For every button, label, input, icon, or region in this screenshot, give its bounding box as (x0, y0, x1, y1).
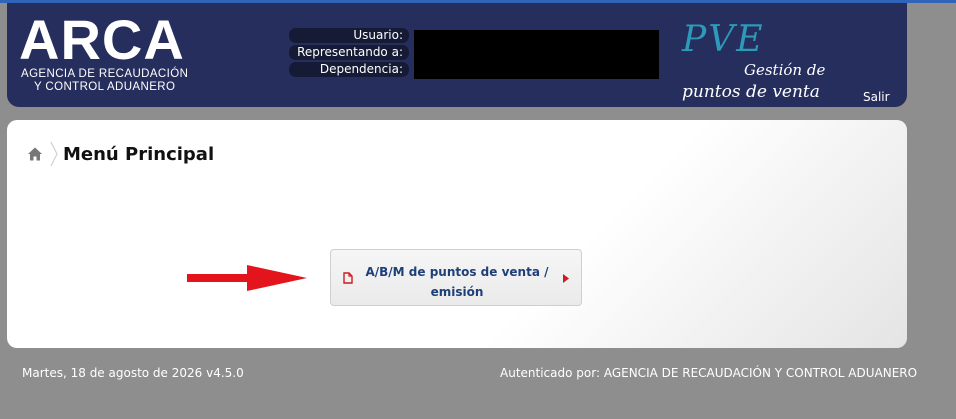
abm-puntos-venta-label: A/B/M de puntos de venta / emisión (365, 265, 549, 299)
footer-auth-entity: AGENCIA DE RECAUDACIÓN Y CONTROL ADUANER… (603, 366, 918, 380)
app-header: ARCA AGENCIA DE RECAUDACIÓN Y CONTROL AD… (7, 3, 907, 107)
arca-logo-subtitle: AGENCIA DE RECAUDACIÓN Y CONTROL ADUANER… (21, 68, 188, 94)
usuario-label: Usuario: (353, 28, 403, 42)
dependencia-label: Dependencia: (319, 62, 403, 76)
footer-date-version: Martes, 18 de agosto de 2026 v4.5.0 (22, 366, 244, 380)
representando-label: Representando a: (297, 45, 403, 59)
user-info: Usuario: Representando a: Dependencia: (289, 28, 409, 79)
home-icon[interactable] (27, 146, 43, 162)
breadcrumb: Menú Principal (27, 142, 214, 166)
dependencia-row: Dependencia: (289, 62, 409, 77)
pve-subtitle-line2: puntos de venta (682, 82, 820, 102)
redacted-user-details (414, 30, 659, 79)
pointer-arrow-icon (187, 265, 307, 291)
main-panel: Menú Principal A/B/M de puntos de venta … (7, 120, 907, 348)
pve-subtitle-line1: Gestión de (744, 61, 826, 79)
footer-auth: Autenticado por: AGENCIA DE RECAUDACIÓN … (500, 366, 917, 380)
footer-auth-label: Autenticado por: (500, 366, 600, 380)
document-icon (343, 272, 353, 284)
representando-row: Representando a: (289, 45, 409, 60)
usuario-row: Usuario: (289, 28, 409, 43)
pve-title: PVE (682, 19, 765, 60)
chevron-right-icon (563, 274, 569, 283)
arca-logo: ARCA (19, 8, 185, 71)
logout-link[interactable]: Salir (863, 90, 890, 104)
arca-logo-subtitle-line2: Y CONTROL ADUANERO (33, 81, 176, 93)
arca-logo-subtitle-line1: AGENCIA DE RECAUDACIÓN (21, 68, 189, 80)
abm-puntos-venta-button[interactable]: A/B/M de puntos de venta / emisión (330, 249, 582, 306)
page-title: Menú Principal (63, 143, 215, 165)
breadcrumb-separator-icon (50, 142, 58, 166)
